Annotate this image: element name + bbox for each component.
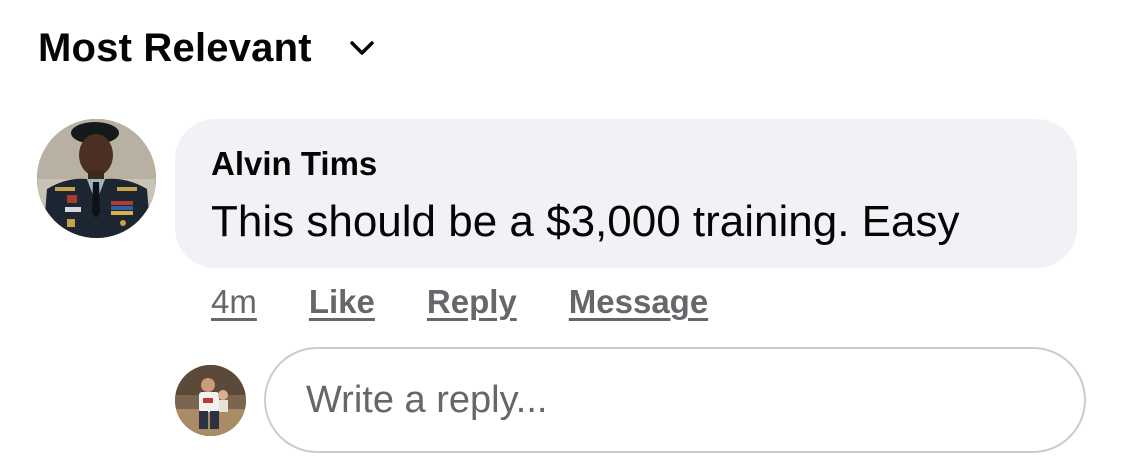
comment-section: Most Relevant Alvin Tims This should be … xyxy=(0,0,1125,467)
reply-field[interactable] xyxy=(264,347,1086,453)
reply-input[interactable] xyxy=(304,377,1048,423)
like-button[interactable]: Like xyxy=(309,283,375,321)
sort-dropdown[interactable]: Most Relevant xyxy=(38,22,376,74)
message-button[interactable]: Message xyxy=(569,283,708,321)
comment-bubble: Alvin Tims This should be a $3,000 train… xyxy=(175,119,1077,268)
sort-label: Most Relevant xyxy=(38,25,312,70)
reply-button[interactable]: Reply xyxy=(427,283,517,321)
comment-actions: 4m Like Reply Message xyxy=(211,280,708,324)
chevron-down-icon xyxy=(348,34,376,62)
comment-text: This should be a $3,000 training. Easy xyxy=(211,197,960,246)
comment-author[interactable]: Alvin Tims xyxy=(211,145,377,183)
avatar[interactable] xyxy=(37,119,156,238)
comment-timestamp[interactable]: 4m xyxy=(211,283,257,321)
current-user-avatar[interactable] xyxy=(175,365,246,436)
